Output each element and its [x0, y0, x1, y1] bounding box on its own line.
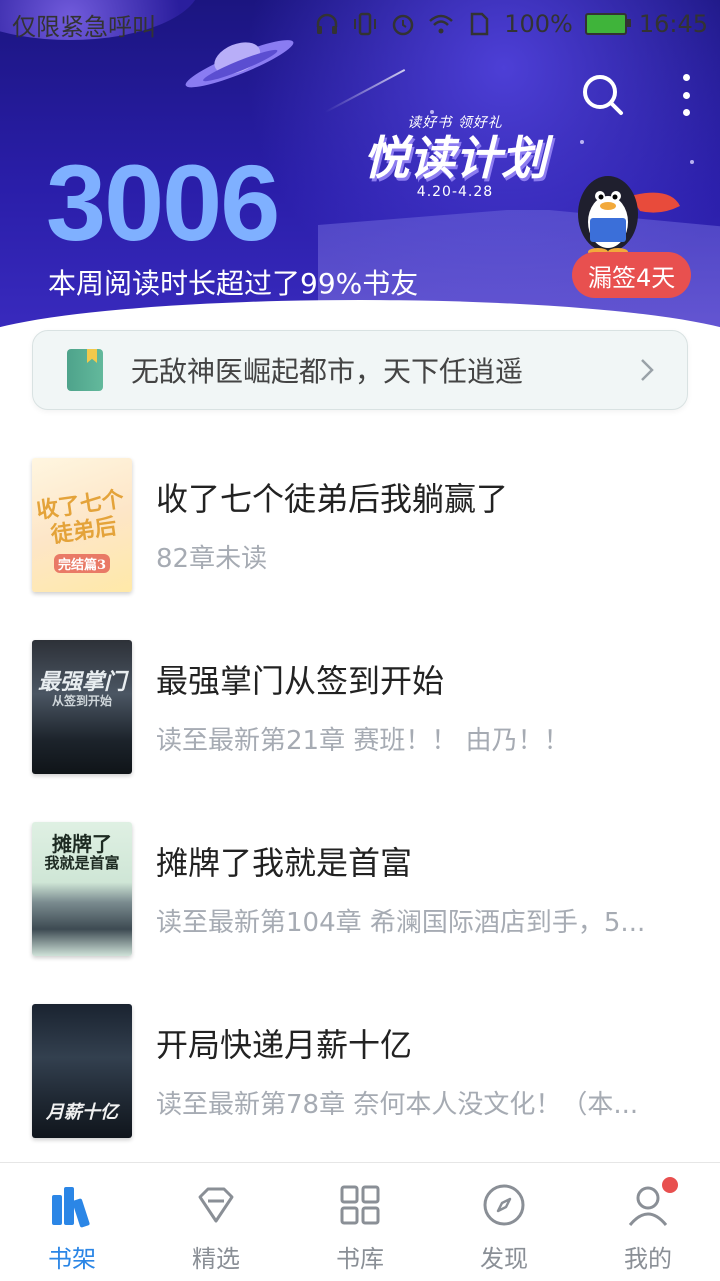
more-menu-button[interactable]	[680, 74, 692, 116]
cover-title: 月薪十亿	[46, 1102, 118, 1123]
vibrate-icon	[354, 12, 377, 36]
more-vertical-icon	[682, 74, 690, 81]
star-decoration	[580, 140, 584, 144]
nav-bookshelf[interactable]: 书架	[0, 1163, 144, 1281]
star-decoration	[690, 160, 694, 164]
cover-title: 收了七个徒弟后	[34, 486, 126, 549]
book-title: 收了七个徒弟后我躺赢了	[156, 480, 509, 518]
bottom-navigation: 书架 精选 书库 发现 我的	[0, 1162, 720, 1281]
nav-featured[interactable]: 精选	[144, 1163, 288, 1281]
book-progress: 读至最新第21章 赛班！！ 由乃！！	[156, 726, 570, 756]
header-actions	[580, 72, 692, 118]
book-progress: 82章未读	[156, 544, 268, 574]
carrier-text: 仅限紧急呼叫	[12, 12, 156, 41]
campaign-subtitle: 读好书 领好礼	[407, 115, 503, 131]
book-item[interactable]: 收了七个徒弟后 完结篇3 收了七个徒弟后我躺赢了 82章未读	[0, 450, 720, 632]
search-button[interactable]	[580, 72, 626, 118]
campaign-title: 悦读计划	[363, 131, 547, 185]
battery-icon	[584, 13, 631, 35]
book-item[interactable]: 月薪十亿 开局快递月薪十亿 读至最新第78章 奈何本人没文化！（本...	[0, 996, 720, 1178]
battery-percent: 100%	[504, 10, 573, 38]
book-item[interactable]: 最强掌门 从签到开始 最强掌门从签到开始 读至最新第21章 赛班！！ 由乃！！	[0, 632, 720, 814]
nav-library[interactable]: 书库	[288, 1163, 432, 1281]
penguin-mascot-icon	[578, 176, 680, 256]
cover-tag: 从签到开始	[51, 694, 112, 708]
book-cover: 收了七个徒弟后 完结篇3	[32, 458, 132, 592]
alarm-icon	[392, 14, 414, 36]
diamond-icon	[198, 1187, 234, 1223]
cover-tag: 我就是首富	[44, 854, 120, 872]
clock-time: 16:45	[638, 10, 708, 38]
wifi-icon	[429, 14, 454, 34]
nav-label: 书架	[48, 1245, 96, 1273]
nav-label: 发现	[480, 1245, 528, 1273]
sim-icon	[470, 12, 489, 36]
recommendation-text: 无敌神医崛起都市，天下任逍遥	[131, 355, 524, 388]
grid-icon	[340, 1185, 380, 1225]
more-vertical-dot	[682, 109, 690, 116]
cover-tag: 完结篇3	[54, 554, 110, 573]
nav-label: 书库	[336, 1245, 384, 1273]
weekly-reading-count: 3006	[46, 142, 280, 263]
campaign-dates: 4.20-4.28	[416, 184, 494, 200]
nav-discover[interactable]: 发现	[432, 1163, 576, 1281]
reading-rank-caption: 本周阅读时长超过了99%书友	[48, 267, 419, 300]
nav-label: 精选	[192, 1245, 240, 1273]
bookshelf-list: 收了七个徒弟后 完结篇3 收了七个徒弟后我躺赢了 82章未读 最强掌门 从签到开…	[0, 450, 720, 1178]
book-icon	[67, 349, 103, 391]
status-bar: 仅限紧急呼叫 100% 16:45	[0, 0, 720, 48]
book-title: 最强掌门从签到开始	[156, 662, 445, 700]
streak-decoration	[324, 68, 406, 114]
search-icon	[583, 75, 623, 115]
chevron-right-icon	[641, 359, 654, 381]
nav-label: 我的	[624, 1245, 672, 1273]
reading-campaign-banner[interactable]: 读好书 领好礼 悦读计划 4.20-4.28	[340, 112, 570, 212]
book-cover: 最强掌门 从签到开始	[32, 640, 132, 774]
book-title: 开局快递月薪十亿	[156, 1026, 413, 1064]
missed-checkin-badge[interactable]: 漏签4天	[572, 252, 692, 298]
headset-icon	[316, 13, 338, 34]
book-cover: 月薪十亿	[32, 1004, 132, 1138]
status-icons: 100% 16:45	[314, 10, 708, 38]
book-progress: 读至最新第78章 奈何本人没文化！（本...	[156, 1090, 639, 1120]
book-progress: 读至最新第104章 希澜国际酒店到手，5...	[156, 908, 646, 938]
more-vertical-dot	[682, 91, 690, 99]
recommendation-card[interactable]: 无敌神医崛起都市，天下任逍遥	[32, 330, 688, 410]
compass-icon	[483, 1184, 525, 1226]
book-cover: 摊牌了 我就是首富	[32, 822, 132, 956]
header-banner: 仅限紧急呼叫 100% 16:45 读好书 领好礼 悦读计划 4.20-4.28…	[0, 0, 720, 340]
notification-dot	[662, 1177, 678, 1193]
bookshelf-icon	[52, 1187, 90, 1228]
book-title: 摊牌了我就是首富	[156, 844, 413, 882]
book-item[interactable]: 摊牌了 我就是首富 摊牌了我就是首富 读至最新第104章 希澜国际酒店到手，5.…	[0, 814, 720, 996]
nav-profile[interactable]: 我的	[576, 1163, 720, 1281]
